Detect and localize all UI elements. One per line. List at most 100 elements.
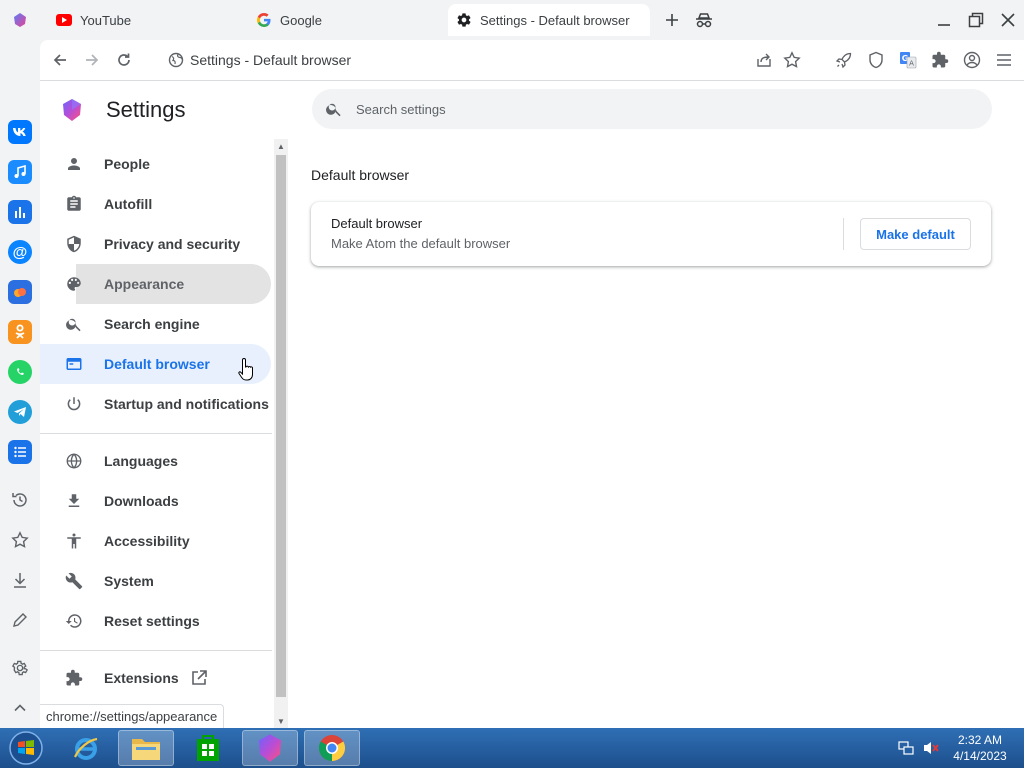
tab-settings[interactable]: Settings - Default browser (448, 4, 650, 36)
sidebar-item-startup-and-notifications[interactable]: Startup and notifications (40, 384, 271, 424)
odnoklassniki-icon[interactable] (8, 320, 32, 344)
forward-button[interactable] (82, 50, 102, 70)
search-icon (324, 99, 344, 119)
taskbar-internet-explorer[interactable] (58, 730, 114, 766)
tab-youtube[interactable]: YouTube (48, 4, 244, 36)
translate-icon: GA (900, 52, 917, 69)
stats-icon[interactable] (8, 200, 32, 224)
omnibox[interactable]: Settings - Default browser (168, 48, 351, 72)
star-outline-icon (783, 51, 801, 68)
sidebar-item-accessibility[interactable]: Accessibility (40, 521, 271, 561)
extensions-button[interactable] (930, 50, 950, 70)
puzzle-icon (64, 668, 84, 688)
cloud-icon[interactable] (8, 280, 32, 304)
settings-search-box[interactable] (312, 89, 992, 129)
profile-button[interactable] (962, 50, 982, 70)
tab-label: YouTube (80, 12, 132, 28)
make-default-button[interactable]: Make default (860, 218, 971, 250)
sidebar-item-default-browser[interactable]: Default browser (40, 344, 271, 384)
scroll-up-arrow[interactable]: ▲ (274, 139, 288, 153)
history-icon[interactable] (10, 490, 30, 510)
volume-muted-icon[interactable] (922, 728, 940, 768)
sidebar-item-system[interactable]: System (40, 561, 271, 601)
open-in-new-icon (190, 669, 208, 687)
tab-label: Settings - Default browser (480, 12, 630, 28)
page-title: Settings (106, 97, 186, 122)
search-input[interactable] (356, 89, 976, 129)
incognito-icon (696, 13, 712, 28)
settings-page: Settings People Autofill Privacy and sec… (40, 81, 1024, 728)
star-icon[interactable] (10, 530, 30, 550)
close-window-button[interactable] (996, 8, 1020, 32)
taskbar-store[interactable] (180, 730, 236, 766)
settings-icon[interactable] (10, 658, 30, 678)
sidebar-item-label: Startup and notifications (104, 396, 269, 412)
folder-icon (132, 739, 160, 760)
pen-icon[interactable] (10, 610, 30, 630)
chevron-up-icon[interactable] (10, 698, 30, 718)
sidebar-item-search-engine[interactable]: Search engine (40, 304, 271, 344)
sidebar-divider (40, 650, 272, 651)
svg-text:A: A (909, 60, 914, 68)
network-icon[interactable] (898, 728, 914, 768)
reload-button[interactable] (114, 50, 134, 70)
shield-outline-icon (869, 51, 883, 69)
music-icon[interactable] (8, 160, 32, 184)
gear-icon (456, 12, 472, 28)
sidebar-item-downloads[interactable]: Downloads (40, 481, 271, 521)
sidebar-item-label: Downloads (104, 493, 179, 509)
share-button[interactable] (754, 50, 774, 70)
new-tab-button[interactable] (662, 10, 682, 30)
restore-window-icon (968, 12, 984, 28)
tab-google[interactable]: Google (248, 4, 444, 36)
youtube-icon (56, 12, 72, 28)
list-icon[interactable] (8, 440, 32, 464)
sidebar-item-privacy-and-security[interactable]: Privacy and security (40, 224, 271, 264)
sidebar-item-extensions[interactable]: Extensions (40, 658, 271, 698)
card-separator (843, 218, 844, 250)
taskbar-chrome[interactable] (304, 730, 360, 766)
system-clock[interactable]: 2:32 AM 4/14/2023 (944, 732, 1016, 764)
sidebar-item-appearance[interactable]: Appearance (67, 264, 271, 304)
bookmark-button[interactable] (782, 50, 802, 70)
menu-button[interactable] (994, 50, 1014, 70)
sidebar-item-languages[interactable]: Languages (40, 441, 271, 481)
rocket-button[interactable] (834, 50, 854, 70)
sidebar-item-people[interactable]: People (40, 144, 271, 184)
rocket-icon (835, 52, 852, 69)
restore-button[interactable] (964, 8, 988, 32)
restore-icon (64, 611, 84, 631)
translate-button[interactable]: GA (898, 50, 918, 70)
arrow-right-icon (86, 54, 99, 66)
start-button[interactable] (6, 730, 46, 766)
scroll-down-arrow[interactable]: ▼ (274, 714, 288, 728)
telegram-icon[interactable] (8, 400, 32, 424)
shield-button[interactable] (866, 50, 886, 70)
settings-sidebar: Settings People Autofill Privacy and sec… (40, 81, 280, 728)
clock-time: 2:32 AM (957, 733, 1003, 747)
whatsapp-icon[interactable] (8, 360, 32, 384)
omnibox-text: Settings - Default browser (190, 52, 352, 68)
sidebar-item-reset-settings[interactable]: Reset settings (40, 601, 271, 641)
sidebar-item-label: Accessibility (104, 533, 190, 549)
browser-window-icon (64, 354, 84, 374)
vk-icon[interactable] (8, 120, 32, 144)
atom-logo-icon[interactable] (12, 12, 28, 28)
incognito-button[interactable] (694, 10, 714, 30)
back-button[interactable] (50, 50, 70, 70)
section-title: Default browser (311, 167, 410, 183)
taskbar-file-explorer[interactable] (118, 730, 174, 766)
sidebar-item-autofill[interactable]: Autofill (40, 184, 271, 224)
windows-taskbar: 2:32 AM 4/14/2023 (0, 728, 1024, 768)
scroll-thumb[interactable] (276, 155, 286, 697)
download-icon[interactable] (10, 570, 30, 590)
card-subtitle: Make Atom the default browser (331, 236, 511, 251)
share-icon (757, 53, 771, 67)
mail-at-icon[interactable]: @ (8, 240, 32, 264)
tab-label: Google (280, 12, 322, 28)
taskbar-atom-browser[interactable] (242, 730, 298, 766)
sidebar-scrollbar[interactable]: ▲ ▼ (274, 139, 288, 728)
globe-icon (64, 451, 84, 471)
puzzle-icon (932, 51, 949, 68)
minimize-button[interactable] (932, 8, 956, 32)
